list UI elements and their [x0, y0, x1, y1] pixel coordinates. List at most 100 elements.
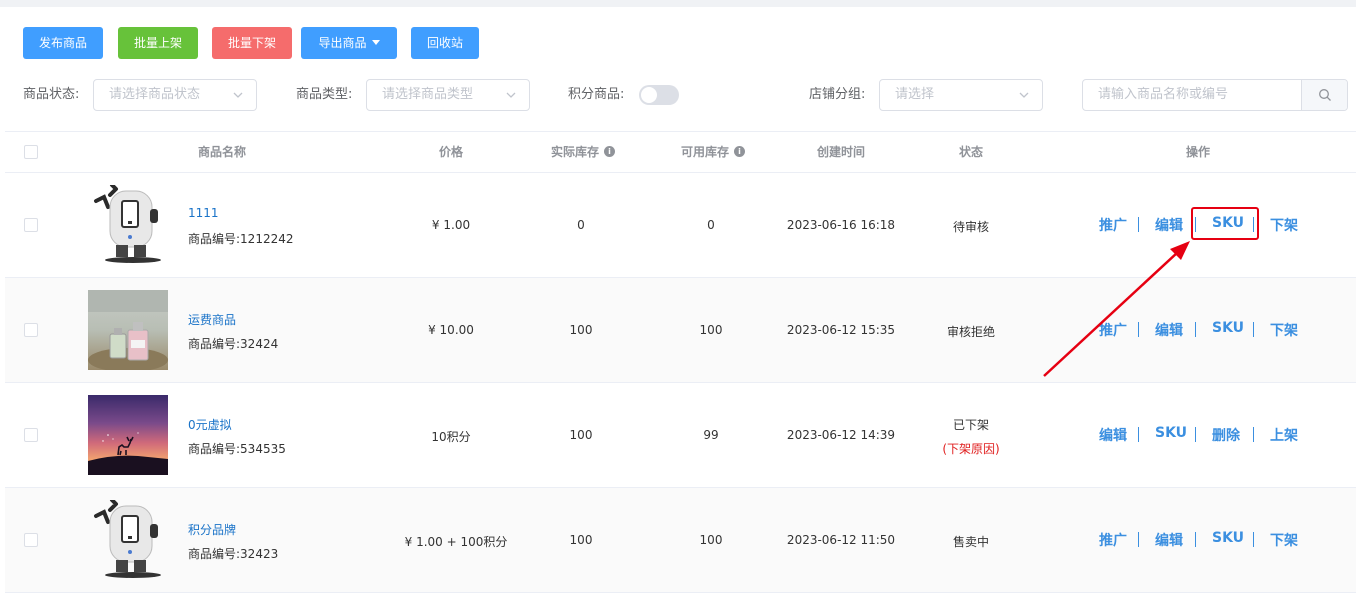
product-code: 商品编号:32424 — [188, 337, 279, 351]
row-checkbox[interactable] — [24, 533, 38, 547]
table-row: 积分品牌 商品编号:32423 ¥ 1.00 + 100积分 100 100 2… — [5, 488, 1356, 593]
status-cell: 已下架 — [952, 418, 990, 432]
promote-link[interactable]: 推广 — [1099, 215, 1127, 235]
sku-link[interactable]: SKU — [1212, 530, 1244, 546]
action-divider — [1253, 322, 1254, 337]
caret-down-icon — [371, 40, 380, 45]
points-filter-label: 积分商品: — [568, 87, 625, 102]
promote-link[interactable]: 推广 — [1099, 320, 1127, 340]
row-checkbox[interactable] — [24, 428, 38, 442]
batch-delist-button[interactable]: 批量下架 — [212, 27, 292, 59]
delist-reason-link[interactable]: (下架原因) — [942, 440, 999, 457]
status-cell: 售卖中 — [952, 535, 990, 549]
action-divider — [1253, 532, 1254, 547]
real-stock-cell: 100 — [569, 428, 593, 442]
chevron-down-icon — [233, 92, 243, 98]
created-time-cell: 2023-06-16 16:18 — [786, 218, 896, 232]
header-status: 状态 — [958, 145, 984, 159]
action-divider — [1138, 427, 1139, 442]
delist-link[interactable]: 下架 — [1270, 320, 1298, 340]
chevron-down-icon — [506, 92, 516, 98]
real-stock-cell: 100 — [569, 323, 593, 337]
delist-link[interactable]: 下架 — [1270, 530, 1298, 550]
edit-link[interactable]: 编辑 — [1099, 425, 1127, 445]
status-filter-select[interactable]: 请选择商品状态 — [93, 79, 257, 111]
product-name-link[interactable]: 运费商品 — [188, 311, 236, 328]
product-image-robot[interactable] — [88, 185, 168, 265]
group-filter-select[interactable]: 请选择 — [879, 79, 1043, 111]
table-row: 运费商品 商品编号:32424 ¥ 10.00 100 100 2023-06-… — [5, 278, 1356, 383]
product-code: 商品编号:1212242 — [188, 232, 294, 246]
row-checkbox[interactable] — [24, 218, 38, 232]
search-button[interactable] — [1301, 80, 1347, 110]
action-divider — [1138, 217, 1139, 232]
header-available-stock: 可用库存 i — [680, 132, 746, 172]
row-checkbox[interactable] — [24, 323, 38, 337]
real-stock-cell: 100 — [569, 533, 593, 547]
product-image-sunset-deer[interactable] — [88, 395, 168, 475]
select-all-checkbox[interactable] — [24, 145, 38, 159]
group-filter-placeholder: 请选择 — [895, 87, 935, 102]
search-placeholder: 请输入商品名称或编号 — [1098, 87, 1229, 102]
sku-link[interactable]: SKU — [1155, 425, 1187, 441]
status-cell: 审核拒绝 — [946, 325, 996, 339]
status-filter-placeholder: 请选择商品状态 — [109, 87, 201, 102]
edit-link[interactable]: 编辑 — [1155, 215, 1183, 235]
table-row: 1111 商品编号:1212242 ¥ 1.00 0 0 2023-06-16 … — [5, 173, 1356, 278]
export-label: 导出商品 — [318, 36, 367, 50]
info-icon[interactable]: i — [604, 146, 616, 157]
batch-list-button[interactable]: 批量上架 — [118, 27, 198, 59]
type-filter-placeholder: 请选择商品类型 — [382, 87, 474, 102]
product-table: 商品名称 价格 实际库存 i 可用库存 i 创建时间 状态 操作 1111 商品… — [5, 131, 1356, 593]
price-cell: ¥ 1.00 + 100积分 — [404, 535, 508, 549]
delist-link[interactable]: 下架 — [1270, 215, 1298, 235]
switch-knob — [641, 87, 657, 103]
action-divider — [1195, 532, 1196, 547]
delete-link[interactable]: 删除 — [1212, 425, 1240, 445]
product-code: 商品编号:534535 — [188, 442, 286, 456]
product-name-link[interactable]: 0元虚拟 — [188, 416, 232, 433]
product-name-link[interactable]: 积分品牌 — [188, 521, 236, 538]
edit-link[interactable]: 编辑 — [1155, 320, 1183, 340]
action-divider — [1195, 427, 1196, 442]
price-cell: ¥ 10.00 — [428, 323, 474, 337]
publish-product-button[interactable]: 发布商品 — [23, 27, 103, 59]
promote-link[interactable]: 推广 — [1099, 530, 1127, 550]
recycle-bin-button[interactable]: 回收站 — [411, 27, 479, 59]
points-toggle-switch[interactable] — [639, 85, 679, 105]
product-image-robot[interactable] — [88, 500, 168, 580]
type-filter-label: 商品类型: — [296, 87, 353, 102]
header-price: 价格 — [438, 145, 464, 159]
available-stock-cell: 0 — [707, 218, 715, 232]
header-real-stock-label: 实际库存 — [550, 145, 600, 159]
header-name: 商品名称 — [197, 145, 247, 159]
sku-link[interactable]: SKU — [1212, 320, 1244, 336]
available-stock-cell: 100 — [699, 323, 723, 337]
action-divider — [1138, 532, 1139, 547]
price-cell: ¥ 1.00 — [431, 218, 471, 232]
export-products-button[interactable]: 导出商品 — [301, 27, 397, 59]
search-icon — [1319, 89, 1331, 101]
product-code: 商品编号:32423 — [188, 547, 279, 561]
created-time-cell: 2023-06-12 11:50 — [786, 533, 896, 547]
available-stock-cell: 99 — [703, 428, 719, 442]
sku-highlight-box — [1191, 207, 1259, 240]
product-image-perfume[interactable] — [88, 290, 168, 370]
header-real-stock: 实际库存 i — [550, 132, 616, 172]
type-filter-select[interactable]: 请选择商品类型 — [366, 79, 530, 111]
action-divider — [1138, 322, 1139, 337]
list-link[interactable]: 上架 — [1270, 425, 1298, 445]
table-header: 商品名称 价格 实际库存 i 可用库存 i 创建时间 状态 操作 — [5, 131, 1356, 173]
created-time-cell: 2023-06-12 14:39 — [786, 428, 896, 442]
product-search-input[interactable]: 请输入商品名称或编号 — [1082, 79, 1348, 111]
header-available-stock-label: 可用库存 — [680, 145, 730, 159]
header-created: 创建时间 — [816, 145, 866, 159]
chevron-down-icon — [1019, 92, 1029, 98]
product-name-link[interactable]: 1111 — [188, 206, 219, 220]
action-divider — [1195, 322, 1196, 337]
table-row: 0元虚拟 商品编号:534535 10积分 100 99 2023-06-12 … — [5, 383, 1356, 488]
info-icon[interactable]: i — [734, 146, 746, 157]
group-filter-label: 店铺分组: — [809, 87, 866, 102]
edit-link[interactable]: 编辑 — [1155, 530, 1183, 550]
created-time-cell: 2023-06-12 15:35 — [786, 323, 896, 337]
